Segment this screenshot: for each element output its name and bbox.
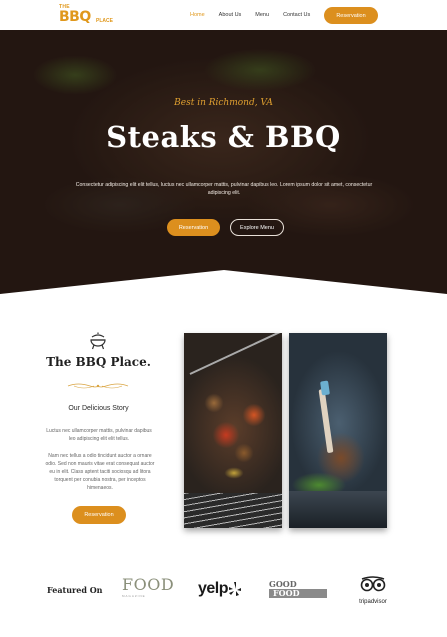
site-logo[interactable]: THE BBQ PLACE xyxy=(56,4,120,28)
tripadvisor-logo-word: tripadvisor xyxy=(359,599,387,605)
tripadvisor-logo[interactable]: tripadvisor xyxy=(353,576,393,605)
hero-reservation-button[interactable]: Reservation xyxy=(167,219,220,236)
food-logo-tagline: MAGAZINE xyxy=(122,594,146,598)
story-paragraph-2: Nam nec tellus a odio tincidunt auctor a… xyxy=(45,453,155,491)
hero-section: Best in Richmond, VA Steaks & BBQ Consec… xyxy=(0,30,447,298)
grill-icon xyxy=(90,332,106,350)
featured-on-section: Featured On FOOD MAGAZINE yelp GOOD FOOD… xyxy=(0,558,447,637)
story-reservation-button[interactable]: Reservation xyxy=(72,506,126,524)
logo-bbq: BBQ xyxy=(59,9,91,25)
good-food-logo[interactable]: GOOD FOOD xyxy=(269,580,327,600)
lamb-skewer xyxy=(320,380,330,396)
grill-grate xyxy=(184,493,282,528)
yelp-logo[interactable]: yelp xyxy=(198,576,242,602)
hero-bottom-divider xyxy=(0,270,447,298)
kebab-photo xyxy=(184,333,282,528)
ornament-divider-icon xyxy=(67,383,129,389)
logo-place: PLACE xyxy=(96,18,113,24)
plate xyxy=(289,491,387,528)
nav-link-home[interactable]: Home xyxy=(190,12,205,18)
yelp-burst-icon xyxy=(229,582,242,596)
top-navigation: THE BBQ PLACE Home About Us Menu Contact… xyxy=(0,0,447,30)
hero-subtitle: Best in Richmond, VA xyxy=(174,98,273,108)
hero-title: Steaks & BBQ xyxy=(106,120,341,154)
good-food-logo-bottom: FOOD xyxy=(269,589,327,598)
nav-link-menu[interactable]: Menu xyxy=(255,12,269,18)
lamb-chop-photo xyxy=(289,333,387,528)
story-heading: Our Delicious Story xyxy=(68,405,129,412)
yelp-logo-word: yelp xyxy=(198,580,229,597)
explore-menu-button[interactable]: Explore Menu xyxy=(230,219,284,236)
story-paragraph-1: Luctus nec ullamcorper mattis, pulvinar … xyxy=(46,428,152,442)
nav-link-contact[interactable]: Contact Us xyxy=(283,12,310,18)
story-section: The BBQ Place. Our Delicious Story Luctu… xyxy=(0,298,447,558)
skewer-line xyxy=(189,333,282,375)
featured-on-label: Featured On xyxy=(47,585,103,595)
lamb-bone xyxy=(318,388,334,454)
food-magazine-logo[interactable]: FOOD MAGAZINE xyxy=(122,576,176,602)
tripadvisor-owl-icon xyxy=(360,576,386,592)
food-logo-word: FOOD xyxy=(122,575,175,594)
nav-links: Home About Us Menu Contact Us xyxy=(190,12,324,18)
nav-reservation-button[interactable]: Reservation xyxy=(324,7,378,24)
hero-description: Consectetur adipiscing elit elit tellus,… xyxy=(75,182,373,196)
hero-overlay xyxy=(0,30,447,298)
nav-link-about[interactable]: About Us xyxy=(219,12,242,18)
brand-name: The BBQ Place. xyxy=(46,355,151,369)
